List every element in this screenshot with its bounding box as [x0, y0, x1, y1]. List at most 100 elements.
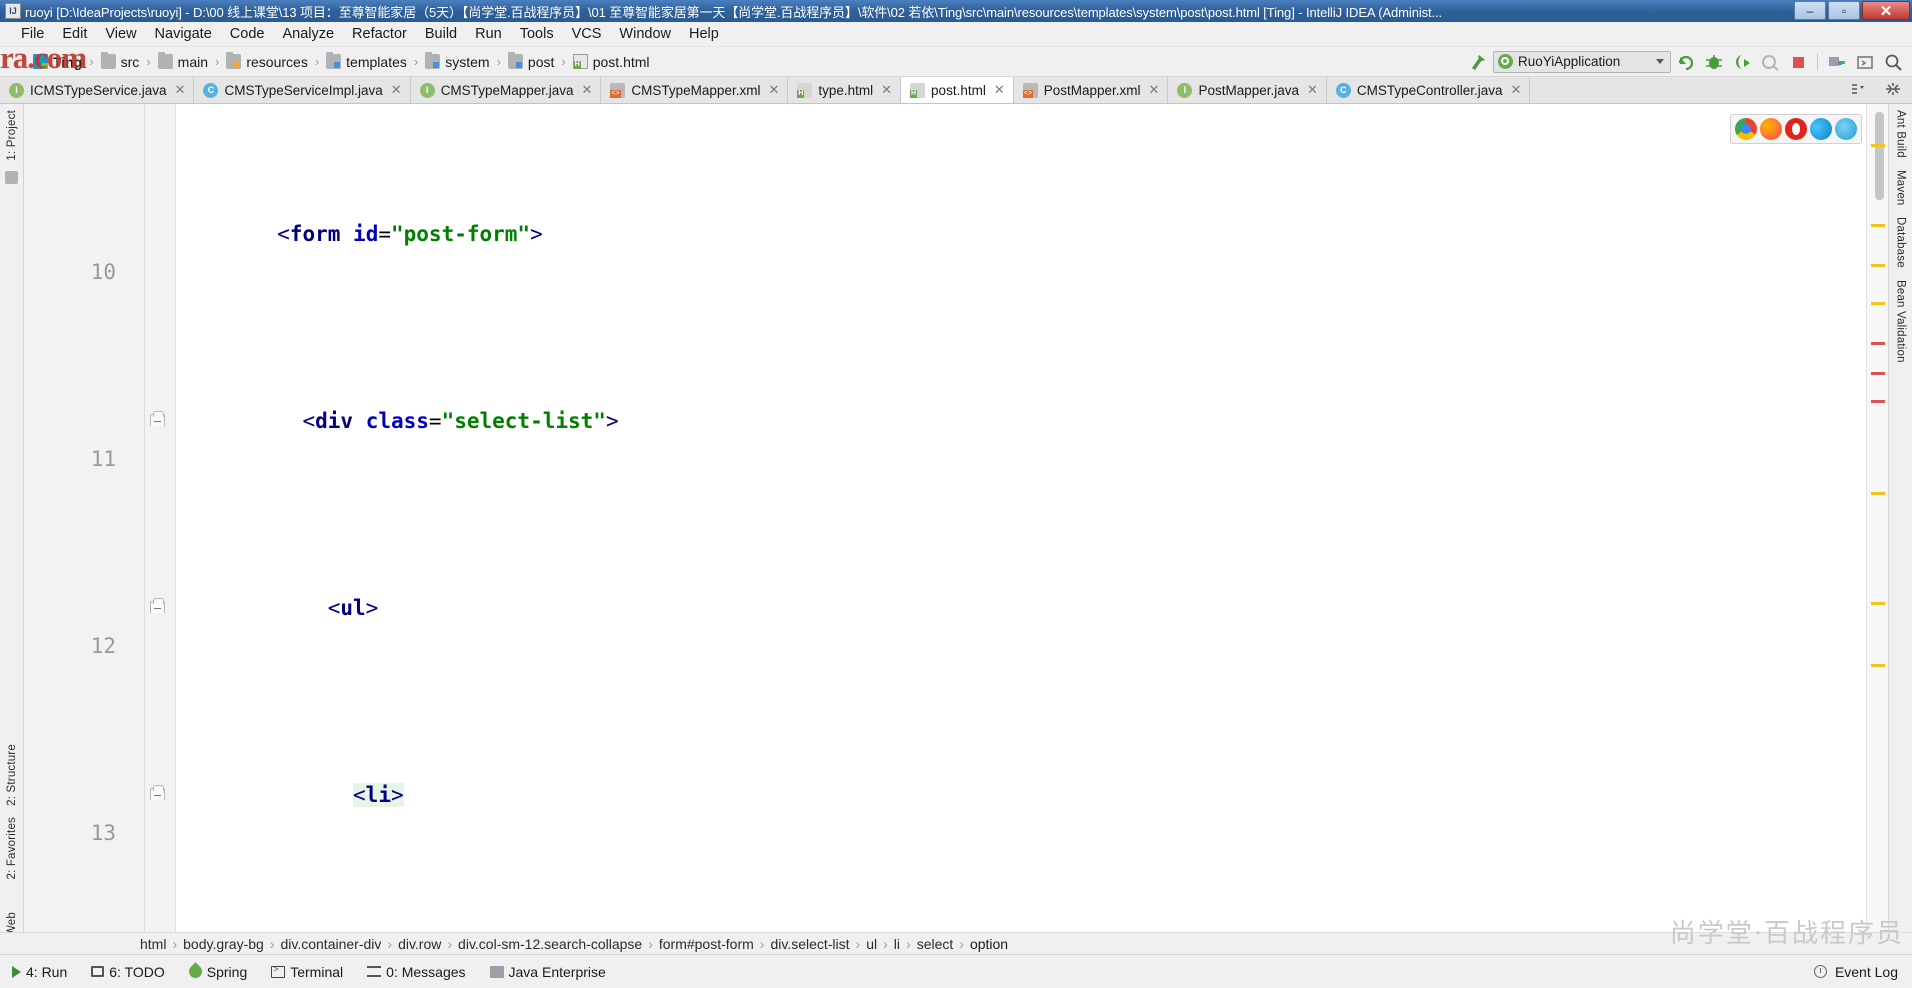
menu-edit[interactable]: Edit [53, 24, 96, 44]
menu-build[interactable]: Build [416, 24, 466, 44]
sidebar-item-structure[interactable]: 2: Structure [6, 738, 18, 812]
menu-navigate[interactable]: Navigate [146, 24, 221, 44]
menu-help[interactable]: Help [680, 24, 728, 44]
tab-cmstypeserviceimpl-java[interactable]: CMSTypeServiceImpl.java ✕ [194, 77, 411, 103]
ie-icon[interactable] [1835, 118, 1857, 140]
close-icon[interactable]: ✕ [1510, 82, 1521, 98]
maximize-button[interactable]: ▫ [1828, 1, 1860, 20]
code-text[interactable]: 10 <form id="post-form"> 11 <div class="… [24, 104, 1888, 954]
breadcrumb-templates[interactable]: templates [323, 52, 410, 71]
dom-crumb-container-div[interactable]: div.container-div [280, 936, 381, 952]
chrome-icon[interactable] [1735, 118, 1757, 140]
stop-icon[interactable] [1785, 50, 1811, 74]
tab-cmstypemapper-java[interactable]: CMSTypeMapper.java ✕ [410, 77, 602, 103]
close-icon[interactable]: ✕ [768, 82, 779, 98]
sidebar-item-maven[interactable]: Maven [1895, 164, 1907, 212]
status-run[interactable]: 4: Run [0, 964, 79, 980]
dom-crumb-html[interactable]: html [140, 936, 166, 952]
warning-marker[interactable] [1871, 602, 1885, 605]
breadcrumb-module-ting[interactable]: Ting [30, 53, 85, 71]
status-spring[interactable]: Spring [177, 962, 259, 981]
error-marker[interactable] [1871, 372, 1885, 375]
profiler-icon[interactable] [1757, 50, 1783, 74]
menu-refactor[interactable]: Refactor [343, 24, 416, 44]
editor-marker-bar[interactable] [1866, 104, 1888, 954]
menu-analyze[interactable]: Analyze [273, 24, 343, 44]
fold-marker[interactable] [150, 411, 165, 429]
dom-crumb-body[interactable]: body.gray-bg [183, 936, 264, 952]
firefox-icon[interactable] [1760, 118, 1782, 140]
close-icon[interactable]: ✕ [582, 82, 593, 98]
menu-window[interactable]: Window [610, 24, 680, 44]
warning-marker[interactable] [1871, 224, 1885, 227]
error-marker[interactable] [1871, 400, 1885, 403]
menu-file[interactable]: File [12, 24, 53, 44]
tab-cmstypecontroller-java[interactable]: CMSTypeController.java ✕ [1326, 77, 1531, 103]
warning-marker[interactable] [1871, 264, 1885, 267]
close-icon[interactable]: ✕ [391, 82, 402, 98]
tab-post-html[interactable]: post.html ✕ [901, 77, 1014, 103]
tab-postmapper-java[interactable]: PostMapper.java ✕ [1168, 77, 1327, 103]
menu-view[interactable]: View [96, 24, 145, 44]
sidebar-item-favorites[interactable]: 2: Favorites [6, 811, 18, 885]
fold-marker[interactable] [150, 785, 165, 803]
status-terminal[interactable]: Terminal [259, 964, 355, 980]
build-icon[interactable] [1465, 50, 1491, 74]
close-icon[interactable]: ✕ [881, 82, 892, 98]
breadcrumb-post-html[interactable]: post.html [570, 53, 653, 71]
code-editor[interactable]: 10 <form id="post-form"> 11 <div class="… [24, 104, 1888, 954]
breadcrumb-post[interactable]: post [505, 52, 557, 71]
project-view-icon[interactable] [5, 170, 18, 184]
menu-vcs[interactable]: VCS [563, 24, 611, 44]
minimize-button[interactable]: – [1794, 1, 1826, 20]
terminal-icon[interactable] [1852, 50, 1878, 74]
dom-crumb-post-form[interactable]: form#post-form [659, 936, 754, 952]
dom-crumb-option[interactable]: option [970, 936, 1008, 952]
menu-tools[interactable]: Tools [511, 24, 563, 44]
edge-icon[interactable] [1810, 118, 1832, 140]
status-todo[interactable]: 6: TODO [79, 964, 177, 980]
warning-marker[interactable] [1871, 664, 1885, 667]
vertical-scrollbar-thumb[interactable] [1875, 112, 1884, 200]
dom-crumb-li[interactable]: li [894, 936, 900, 952]
close-icon[interactable]: ✕ [994, 82, 1005, 98]
status-java-enterprise[interactable]: Java Enterprise [478, 964, 618, 980]
sidebar-item-database[interactable]: Database [1895, 211, 1907, 274]
sidebar-item-bean-validation[interactable]: Bean Validation [1895, 274, 1907, 369]
dom-crumb-ul[interactable]: ul [866, 936, 877, 952]
search-everywhere-icon[interactable] [1880, 50, 1906, 74]
close-icon[interactable]: ✕ [175, 82, 186, 98]
warning-marker[interactable] [1871, 302, 1885, 305]
dom-crumb-row[interactable]: div.row [398, 936, 441, 952]
sidebar-item-ant-build[interactable]: Ant Build [1895, 104, 1907, 164]
tab-icmstypeservice-java[interactable]: ICMSTypeService.java ✕ [0, 77, 195, 103]
opera-icon[interactable] [1785, 118, 1807, 140]
warning-marker[interactable] [1871, 144, 1885, 147]
breadcrumb-system[interactable]: system [422, 52, 492, 71]
project-structure-icon[interactable] [1824, 50, 1850, 74]
menu-run[interactable]: Run [466, 24, 511, 44]
run-configuration-selector[interactable]: RuoYiApplication [1493, 50, 1671, 73]
run-with-coverage-icon[interactable] [1729, 50, 1755, 74]
error-marker[interactable] [1871, 342, 1885, 345]
rerun-icon[interactable] [1673, 50, 1699, 74]
menu-code[interactable]: Code [221, 24, 274, 44]
fold-marker[interactable] [150, 598, 165, 616]
tab-cmstypemapper-xml[interactable]: CMSTypeMapper.xml ✕ [601, 77, 789, 103]
status-event-log-label[interactable]: Event Log [1835, 964, 1898, 980]
breadcrumb-resources[interactable]: resources [223, 52, 310, 71]
dom-crumb-search-collapse[interactable]: div.col-sm-12.search-collapse [458, 936, 642, 952]
close-icon[interactable]: ✕ [1149, 82, 1160, 98]
dom-crumb-select-list[interactable]: div.select-list [770, 936, 849, 952]
tab-postmapper-xml[interactable]: PostMapper.xml ✕ [1013, 77, 1169, 103]
close-button[interactable]: ✕ [1862, 1, 1910, 20]
breadcrumb-main[interactable]: main [155, 52, 211, 71]
debug-icon[interactable] [1701, 50, 1727, 74]
close-icon[interactable]: ✕ [1307, 82, 1318, 98]
tab-type-html[interactable]: type.html ✕ [788, 77, 902, 103]
collapse-all-icon[interactable] [1884, 82, 1902, 99]
dom-crumb-select[interactable]: select [917, 936, 954, 952]
status-messages[interactable]: 0: Messages [355, 964, 477, 980]
tab-list-icon[interactable] [1852, 82, 1874, 99]
warning-marker[interactable] [1871, 492, 1885, 495]
